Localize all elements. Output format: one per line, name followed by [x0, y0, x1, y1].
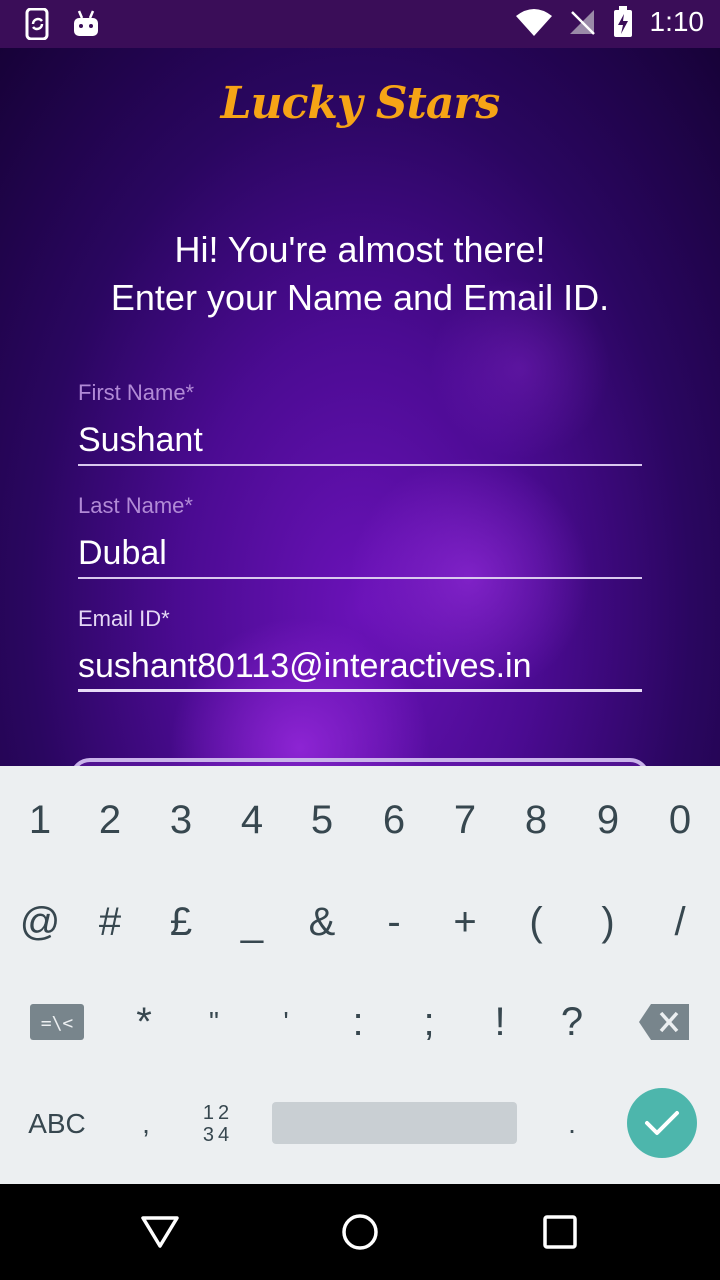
key-open-paren[interactable]: (: [500, 872, 572, 972]
key-asterisk[interactable]: *: [108, 972, 180, 1072]
email-label: Email ID*: [78, 606, 170, 631]
key-period[interactable]: .: [536, 1074, 608, 1174]
key-6[interactable]: 6: [358, 770, 430, 870]
last-name-field[interactable]: Last Name* Dubal: [78, 493, 642, 579]
backspace-key[interactable]: [628, 972, 700, 1072]
recents-button[interactable]: [540, 1212, 580, 1252]
numpad-toggle-top: 12: [202, 1102, 234, 1124]
brand-logo: Lucky Stars: [220, 78, 501, 129]
numpad-toggle-label: 12 34: [203, 1102, 233, 1146]
key-0[interactable]: 0: [644, 770, 716, 870]
greeting-line-2: Enter your Name and Email ID.: [110, 277, 610, 318]
key-double-quote[interactable]: ": [178, 972, 250, 1072]
key-single-quote[interactable]: ': [250, 972, 322, 1072]
key-close-paren[interactable]: ): [572, 872, 644, 972]
last-name-label: Last Name*: [78, 493, 193, 518]
keyboard-row-symbols-2: =\< * " ' : ; ! ?: [0, 972, 720, 1072]
checkmark-icon: [645, 1111, 679, 1135]
key-1[interactable]: 1: [4, 770, 76, 870]
submit-button[interactable]: [70, 758, 650, 766]
email-field[interactable]: Email ID* sushant80113@interactives.in: [78, 606, 642, 692]
key-exclamation[interactable]: !: [464, 972, 536, 1072]
key-slash[interactable]: /: [644, 872, 716, 972]
phone-sync-icon: [24, 8, 52, 40]
key-underscore[interactable]: _: [216, 872, 288, 972]
more-symbols-icon: =\<: [30, 1004, 84, 1040]
key-pound[interactable]: £: [145, 872, 217, 972]
android-icon: [72, 8, 100, 40]
greeting: Hi! You're almost there! Enter your Name…: [0, 226, 720, 322]
key-3[interactable]: 3: [145, 770, 217, 870]
key-2[interactable]: 2: [74, 770, 146, 870]
home-button[interactable]: [340, 1212, 380, 1252]
key-comma[interactable]: ,: [110, 1074, 182, 1174]
key-colon[interactable]: :: [322, 972, 394, 1072]
key-9[interactable]: 9: [572, 770, 644, 870]
clock: 1:10: [649, 6, 705, 37]
abc-key[interactable]: ABC: [14, 1074, 100, 1174]
no-signal-icon: [568, 8, 596, 36]
signup-screen: Lucky Stars Hi! You're almost there! Ent…: [0, 48, 720, 766]
more-symbols-key[interactable]: =\<: [20, 972, 94, 1072]
backspace-icon: [639, 1004, 689, 1040]
status-bar: 1:10: [0, 0, 720, 48]
key-minus[interactable]: -: [358, 872, 430, 972]
first-name-input[interactable]: Sushant: [78, 420, 642, 466]
back-button[interactable]: [140, 1212, 180, 1252]
last-name-input[interactable]: Dubal: [78, 533, 642, 579]
home-circle-icon: [342, 1214, 378, 1250]
keyboard-row-symbols-1: @ # £ _ & - + ( ) /: [0, 872, 720, 972]
battery-charging-icon: [612, 6, 634, 38]
key-plus[interactable]: +: [429, 872, 501, 972]
first-name-label: First Name*: [78, 380, 195, 405]
first-name-field[interactable]: First Name* Sushant: [78, 380, 642, 466]
numpad-toggle-bottom: 34: [202, 1124, 234, 1146]
done-key[interactable]: [627, 1088, 697, 1158]
navigation-bar: [0, 1184, 720, 1280]
on-screen-keyboard: 1 2 3 4 5 6 7 8 9 0 @ # £ _ & - + ( ) / …: [0, 766, 720, 1184]
key-at[interactable]: @: [4, 872, 76, 972]
more-symbols-label: =\<: [41, 1013, 74, 1034]
key-question[interactable]: ?: [536, 972, 608, 1072]
key-8[interactable]: 8: [500, 770, 572, 870]
key-ampersand[interactable]: &: [286, 872, 358, 972]
key-hash[interactable]: #: [74, 872, 146, 972]
wifi-icon: [515, 8, 552, 36]
keyboard-row-digits: 1 2 3 4 5 6 7 8 9 0: [0, 770, 720, 870]
key-semicolon[interactable]: ;: [393, 972, 465, 1072]
back-triangle-icon: [141, 1216, 179, 1248]
space-bar[interactable]: [272, 1102, 517, 1144]
key-5[interactable]: 5: [286, 770, 358, 870]
numpad-toggle-key[interactable]: 12 34: [182, 1074, 254, 1174]
key-7[interactable]: 7: [429, 770, 501, 870]
key-4[interactable]: 4: [216, 770, 288, 870]
recents-square-icon: [543, 1215, 577, 1249]
email-input[interactable]: sushant80113@interactives.in: [78, 646, 642, 692]
greeting-line-1: Hi! You're almost there!: [174, 229, 546, 270]
